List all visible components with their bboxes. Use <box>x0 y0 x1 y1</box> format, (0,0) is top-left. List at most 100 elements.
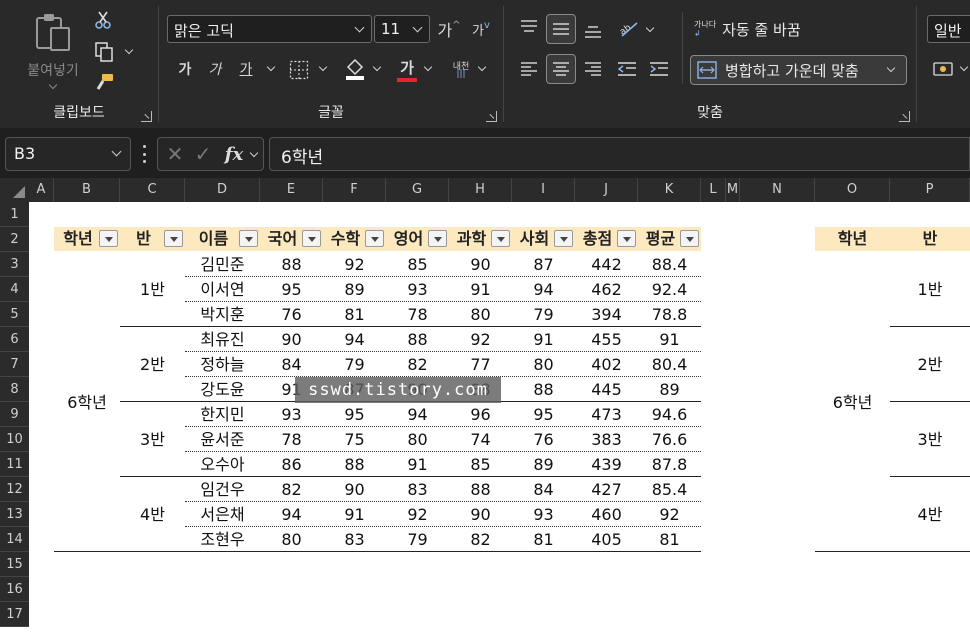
filter-dropdown-icon[interactable] <box>680 230 699 247</box>
score-cell[interactable]: 77 <box>449 352 512 377</box>
score-cell[interactable]: 88 <box>512 377 575 402</box>
score-cell[interactable]: 82 <box>260 477 323 502</box>
filter-dropdown-icon[interactable] <box>239 230 258 247</box>
paste-dropdown-icon[interactable] <box>48 80 58 90</box>
row-header-3[interactable]: 3 <box>0 252 29 277</box>
score-cell[interactable]: 76.6 <box>638 427 701 452</box>
student-name-cell[interactable]: 최유진 <box>185 327 260 352</box>
filter-dropdown-icon[interactable] <box>428 230 447 247</box>
score-cell[interactable]: 88 <box>323 452 386 477</box>
filter-dropdown-icon[interactable] <box>617 230 636 247</box>
score-cell[interactable]: 91 <box>449 277 512 302</box>
score-cell[interactable]: 85 <box>386 252 449 277</box>
align-bottom-icon[interactable] <box>580 18 606 44</box>
filter-dropdown-icon[interactable] <box>554 230 573 247</box>
font-launcher-icon[interactable] <box>486 111 497 122</box>
accounting-format-icon[interactable] <box>931 58 955 80</box>
row-header-1[interactable]: 1 <box>0 202 29 227</box>
score-cell[interactable]: 94 <box>260 502 323 527</box>
function-dropdown-icon[interactable] <box>249 148 259 158</box>
score-cell[interactable]: 455 <box>575 327 638 352</box>
student-name-cell[interactable]: 김민준 <box>185 252 260 277</box>
column-header-c[interactable]: C <box>120 178 185 202</box>
row-header-10[interactable]: 10 <box>0 427 29 452</box>
increase-indent-icon[interactable] <box>646 56 672 82</box>
accounting-dropdown-icon[interactable] <box>959 62 969 72</box>
score-cell[interactable]: 93 <box>386 277 449 302</box>
score-cell[interactable]: 94 <box>386 402 449 427</box>
underline-button[interactable]: 가 <box>234 57 258 81</box>
score-cell[interactable]: 445 <box>575 377 638 402</box>
score-cell[interactable]: 93 <box>512 502 575 527</box>
score-cell[interactable]: 79 <box>512 302 575 327</box>
score-cell[interactable]: 95 <box>512 402 575 427</box>
worksheet-grid[interactable]: ABCDEFGHIJKLMNOPQ12345678910111213141516… <box>0 178 970 635</box>
score-cell[interactable]: 95 <box>323 402 386 427</box>
row-header-7[interactable]: 7 <box>0 352 29 377</box>
score-cell[interactable]: 89 <box>638 377 701 402</box>
row-header-4[interactable]: 4 <box>0 277 29 302</box>
fill-color-dropdown-icon[interactable] <box>372 62 382 72</box>
score-cell[interactable]: 84 <box>260 352 323 377</box>
score-cell[interactable]: 89 <box>323 277 386 302</box>
score-cell[interactable]: 79 <box>386 527 449 552</box>
score-cell[interactable]: 88.4 <box>638 252 701 277</box>
column-header-b[interactable]: B <box>54 178 120 202</box>
copy-icon[interactable] <box>92 41 116 63</box>
column-header-f[interactable]: F <box>323 178 386 202</box>
score-cell[interactable]: 473 <box>575 402 638 427</box>
column-header-p[interactable]: P <box>890 178 970 202</box>
score-cell[interactable]: 91 <box>638 327 701 352</box>
filter-dropdown-icon[interactable] <box>164 230 183 247</box>
paste-button[interactable]: 붙여넣기 <box>20 8 86 92</box>
side-class-cell[interactable]: 1반 <box>890 277 970 302</box>
align-middle-icon[interactable] <box>546 14 576 44</box>
alignment-launcher-icon[interactable] <box>899 111 910 122</box>
shrink-font-button[interactable]: 가v <box>467 16 495 42</box>
font-color-dropdown-icon[interactable] <box>423 62 433 72</box>
column-header-e[interactable]: E <box>260 178 323 202</box>
score-cell[interactable]: 90 <box>449 252 512 277</box>
column-header-d[interactable]: D <box>185 178 260 202</box>
student-name-cell[interactable]: 서은채 <box>185 502 260 527</box>
column-header-j[interactable]: J <box>575 178 638 202</box>
score-cell[interactable]: 80 <box>512 352 575 377</box>
score-cell[interactable]: 405 <box>575 527 638 552</box>
row-header-6[interactable]: 6 <box>0 327 29 352</box>
student-name-cell[interactable]: 박지훈 <box>185 302 260 327</box>
merge-center-button[interactable]: 병합하고 가운데 맞춤 <box>690 55 907 85</box>
grow-font-button[interactable]: 가 ^ <box>435 16 463 42</box>
column-header-g[interactable]: G <box>386 178 449 202</box>
score-cell[interactable]: 80 <box>386 427 449 452</box>
score-cell[interactable]: 442 <box>575 252 638 277</box>
borders-dropdown-icon[interactable] <box>318 62 328 72</box>
font-size-select[interactable]: 11 <box>374 15 430 43</box>
student-name-cell[interactable]: 강도윤 <box>185 377 260 402</box>
student-name-cell[interactable]: 정하늘 <box>185 352 260 377</box>
column-header-m[interactable]: M <box>726 178 740 202</box>
font-name-select[interactable]: 맑은 고딕 <box>167 15 372 43</box>
score-cell[interactable]: 83 <box>323 527 386 552</box>
enter-icon[interactable]: ✓ <box>192 142 214 166</box>
select-all-button[interactable] <box>0 178 29 202</box>
column-header-h[interactable]: H <box>449 178 512 202</box>
score-cell[interactable]: 88 <box>260 252 323 277</box>
score-cell[interactable]: 82 <box>449 527 512 552</box>
align-center-icon[interactable] <box>546 54 576 84</box>
side-class-cell[interactable]: 4반 <box>890 502 970 527</box>
score-cell[interactable]: 91 <box>512 327 575 352</box>
score-cell[interactable]: 94 <box>512 277 575 302</box>
underline-dropdown-icon[interactable] <box>266 62 276 72</box>
score-cell[interactable]: 86 <box>260 452 323 477</box>
row-header-11[interactable]: 11 <box>0 452 29 477</box>
row-header-16[interactable]: 16 <box>0 577 29 602</box>
score-cell[interactable]: 394 <box>575 302 638 327</box>
student-name-cell[interactable]: 조현우 <box>185 527 260 552</box>
score-cell[interactable]: 427 <box>575 477 638 502</box>
name-box[interactable]: B3 <box>5 137 131 171</box>
score-cell[interactable]: 96 <box>449 402 512 427</box>
score-cell[interactable]: 92 <box>638 502 701 527</box>
row-header-14[interactable]: 14 <box>0 527 29 552</box>
score-cell[interactable]: 81 <box>638 527 701 552</box>
row-header-2[interactable]: 2 <box>0 227 29 252</box>
